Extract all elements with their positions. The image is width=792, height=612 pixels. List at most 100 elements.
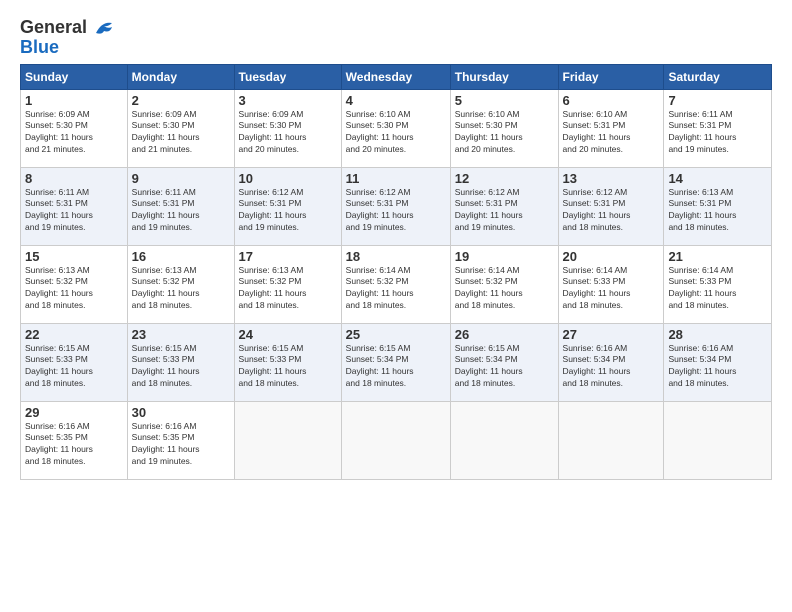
day-number: 3 bbox=[239, 93, 337, 108]
day-info: Sunrise: 6:15 AM Sunset: 5:33 PM Dayligh… bbox=[239, 343, 337, 391]
calendar-cell: 15Sunrise: 6:13 AM Sunset: 5:32 PM Dayli… bbox=[21, 245, 128, 323]
day-info: Sunrise: 6:15 AM Sunset: 5:34 PM Dayligh… bbox=[455, 343, 554, 391]
calendar-weekday-sunday: Sunday bbox=[21, 64, 128, 89]
day-info: Sunrise: 6:16 AM Sunset: 5:35 PM Dayligh… bbox=[132, 421, 230, 469]
day-info: Sunrise: 6:11 AM Sunset: 5:31 PM Dayligh… bbox=[668, 109, 767, 157]
day-info: Sunrise: 6:13 AM Sunset: 5:31 PM Dayligh… bbox=[668, 187, 767, 235]
logo-general: General bbox=[20, 18, 116, 38]
day-number: 27 bbox=[563, 327, 660, 342]
calendar-cell: 3Sunrise: 6:09 AM Sunset: 5:30 PM Daylig… bbox=[234, 89, 341, 167]
calendar-cell: 17Sunrise: 6:13 AM Sunset: 5:32 PM Dayli… bbox=[234, 245, 341, 323]
calendar-cell: 10Sunrise: 6:12 AM Sunset: 5:31 PM Dayli… bbox=[234, 167, 341, 245]
day-number: 22 bbox=[25, 327, 123, 342]
day-info: Sunrise: 6:16 AM Sunset: 5:34 PM Dayligh… bbox=[563, 343, 660, 391]
calendar-cell: 18Sunrise: 6:14 AM Sunset: 5:32 PM Dayli… bbox=[341, 245, 450, 323]
day-info: Sunrise: 6:15 AM Sunset: 5:33 PM Dayligh… bbox=[132, 343, 230, 391]
day-number: 21 bbox=[668, 249, 767, 264]
day-info: Sunrise: 6:12 AM Sunset: 5:31 PM Dayligh… bbox=[239, 187, 337, 235]
calendar-cell bbox=[234, 401, 341, 479]
day-number: 14 bbox=[668, 171, 767, 186]
day-info: Sunrise: 6:13 AM Sunset: 5:32 PM Dayligh… bbox=[132, 265, 230, 313]
calendar-cell: 20Sunrise: 6:14 AM Sunset: 5:33 PM Dayli… bbox=[558, 245, 664, 323]
day-info: Sunrise: 6:10 AM Sunset: 5:31 PM Dayligh… bbox=[563, 109, 660, 157]
calendar-cell: 19Sunrise: 6:14 AM Sunset: 5:32 PM Dayli… bbox=[450, 245, 558, 323]
day-info: Sunrise: 6:09 AM Sunset: 5:30 PM Dayligh… bbox=[132, 109, 230, 157]
day-info: Sunrise: 6:14 AM Sunset: 5:32 PM Dayligh… bbox=[346, 265, 446, 313]
calendar-cell: 6Sunrise: 6:10 AM Sunset: 5:31 PM Daylig… bbox=[558, 89, 664, 167]
calendar-weekday-tuesday: Tuesday bbox=[234, 64, 341, 89]
calendar-cell: 22Sunrise: 6:15 AM Sunset: 5:33 PM Dayli… bbox=[21, 323, 128, 401]
calendar-cell: 14Sunrise: 6:13 AM Sunset: 5:31 PM Dayli… bbox=[664, 167, 772, 245]
calendar-weekday-saturday: Saturday bbox=[664, 64, 772, 89]
calendar-cell: 30Sunrise: 6:16 AM Sunset: 5:35 PM Dayli… bbox=[127, 401, 234, 479]
day-number: 7 bbox=[668, 93, 767, 108]
day-info: Sunrise: 6:16 AM Sunset: 5:35 PM Dayligh… bbox=[25, 421, 123, 469]
calendar-cell bbox=[341, 401, 450, 479]
day-info: Sunrise: 6:09 AM Sunset: 5:30 PM Dayligh… bbox=[239, 109, 337, 157]
day-number: 15 bbox=[25, 249, 123, 264]
calendar-week-row: 29Sunrise: 6:16 AM Sunset: 5:35 PM Dayli… bbox=[21, 401, 772, 479]
day-number: 5 bbox=[455, 93, 554, 108]
logo-bird-icon bbox=[94, 19, 116, 37]
calendar-weekday-friday: Friday bbox=[558, 64, 664, 89]
calendar-cell: 21Sunrise: 6:14 AM Sunset: 5:33 PM Dayli… bbox=[664, 245, 772, 323]
day-info: Sunrise: 6:15 AM Sunset: 5:33 PM Dayligh… bbox=[25, 343, 123, 391]
day-info: Sunrise: 6:14 AM Sunset: 5:33 PM Dayligh… bbox=[563, 265, 660, 313]
day-number: 13 bbox=[563, 171, 660, 186]
day-info: Sunrise: 6:09 AM Sunset: 5:30 PM Dayligh… bbox=[25, 109, 123, 157]
calendar-cell: 28Sunrise: 6:16 AM Sunset: 5:34 PM Dayli… bbox=[664, 323, 772, 401]
calendar-cell: 27Sunrise: 6:16 AM Sunset: 5:34 PM Dayli… bbox=[558, 323, 664, 401]
day-info: Sunrise: 6:10 AM Sunset: 5:30 PM Dayligh… bbox=[346, 109, 446, 157]
day-number: 8 bbox=[25, 171, 123, 186]
calendar-cell: 16Sunrise: 6:13 AM Sunset: 5:32 PM Dayli… bbox=[127, 245, 234, 323]
day-number: 19 bbox=[455, 249, 554, 264]
day-info: Sunrise: 6:15 AM Sunset: 5:34 PM Dayligh… bbox=[346, 343, 446, 391]
day-number: 10 bbox=[239, 171, 337, 186]
day-number: 9 bbox=[132, 171, 230, 186]
logo-blue: Blue bbox=[20, 38, 116, 58]
day-info: Sunrise: 6:11 AM Sunset: 5:31 PM Dayligh… bbox=[132, 187, 230, 235]
calendar-weekday-monday: Monday bbox=[127, 64, 234, 89]
calendar-cell: 26Sunrise: 6:15 AM Sunset: 5:34 PM Dayli… bbox=[450, 323, 558, 401]
day-info: Sunrise: 6:13 AM Sunset: 5:32 PM Dayligh… bbox=[239, 265, 337, 313]
day-number: 1 bbox=[25, 93, 123, 108]
calendar-cell bbox=[450, 401, 558, 479]
calendar-week-row: 15Sunrise: 6:13 AM Sunset: 5:32 PM Dayli… bbox=[21, 245, 772, 323]
calendar-weekday-wednesday: Wednesday bbox=[341, 64, 450, 89]
calendar-cell bbox=[664, 401, 772, 479]
calendar-cell: 8Sunrise: 6:11 AM Sunset: 5:31 PM Daylig… bbox=[21, 167, 128, 245]
calendar-cell: 5Sunrise: 6:10 AM Sunset: 5:30 PM Daylig… bbox=[450, 89, 558, 167]
calendar-week-row: 8 Sunrise: 6:11 AM Sunset: 5:31 PM Daylig… bbox=[21, 167, 772, 245]
calendar-cell bbox=[558, 401, 664, 479]
day-info: Sunrise: 6:12 AM Sunset: 5:31 PM Dayligh… bbox=[455, 187, 554, 235]
day-info: Sunrise: 6:10 AM Sunset: 5:30 PM Dayligh… bbox=[455, 109, 554, 157]
day-number: 28 bbox=[668, 327, 767, 342]
calendar-header-row: SundayMondayTuesdayWednesdayThursdayFrid… bbox=[21, 64, 772, 89]
logo: General Blue bbox=[20, 18, 116, 58]
page-header: General Blue bbox=[20, 18, 772, 58]
calendar-cell: 13Sunrise: 6:12 AM Sunset: 5:31 PM Dayli… bbox=[558, 167, 664, 245]
calendar-cell: 24Sunrise: 6:15 AM Sunset: 5:33 PM Dayli… bbox=[234, 323, 341, 401]
day-number: 11 bbox=[346, 171, 446, 186]
day-info: Sunrise: 6:12 AM Sunset: 5:31 PM Dayligh… bbox=[346, 187, 446, 235]
day-number: 26 bbox=[455, 327, 554, 342]
day-info: Sunrise: 6:16 AM Sunset: 5:34 PM Dayligh… bbox=[668, 343, 767, 391]
day-number: 24 bbox=[239, 327, 337, 342]
day-number: 4 bbox=[346, 93, 446, 108]
day-number: 25 bbox=[346, 327, 446, 342]
calendar-cell: 12Sunrise: 6:12 AM Sunset: 5:31 PM Dayli… bbox=[450, 167, 558, 245]
day-info: Sunrise: 6:12 AM Sunset: 5:31 PM Dayligh… bbox=[563, 187, 660, 235]
day-number: 18 bbox=[346, 249, 446, 264]
day-number: 2 bbox=[132, 93, 230, 108]
day-info: Sunrise: 6:13 AM Sunset: 5:32 PM Dayligh… bbox=[25, 265, 123, 313]
day-number: 12 bbox=[455, 171, 554, 186]
calendar-table: SundayMondayTuesdayWednesdayThursdayFrid… bbox=[20, 64, 772, 480]
day-number: 6 bbox=[563, 93, 660, 108]
day-number: 20 bbox=[563, 249, 660, 264]
calendar-cell: 23Sunrise: 6:15 AM Sunset: 5:33 PM Dayli… bbox=[127, 323, 234, 401]
calendar-weekday-thursday: Thursday bbox=[450, 64, 558, 89]
calendar-week-row: 1Sunrise: 6:09 AM Sunset: 5:30 PM Daylig… bbox=[21, 89, 772, 167]
calendar-cell: 1Sunrise: 6:09 AM Sunset: 5:30 PM Daylig… bbox=[21, 89, 128, 167]
day-number: 23 bbox=[132, 327, 230, 342]
day-info: Sunrise: 6:14 AM Sunset: 5:33 PM Dayligh… bbox=[668, 265, 767, 313]
